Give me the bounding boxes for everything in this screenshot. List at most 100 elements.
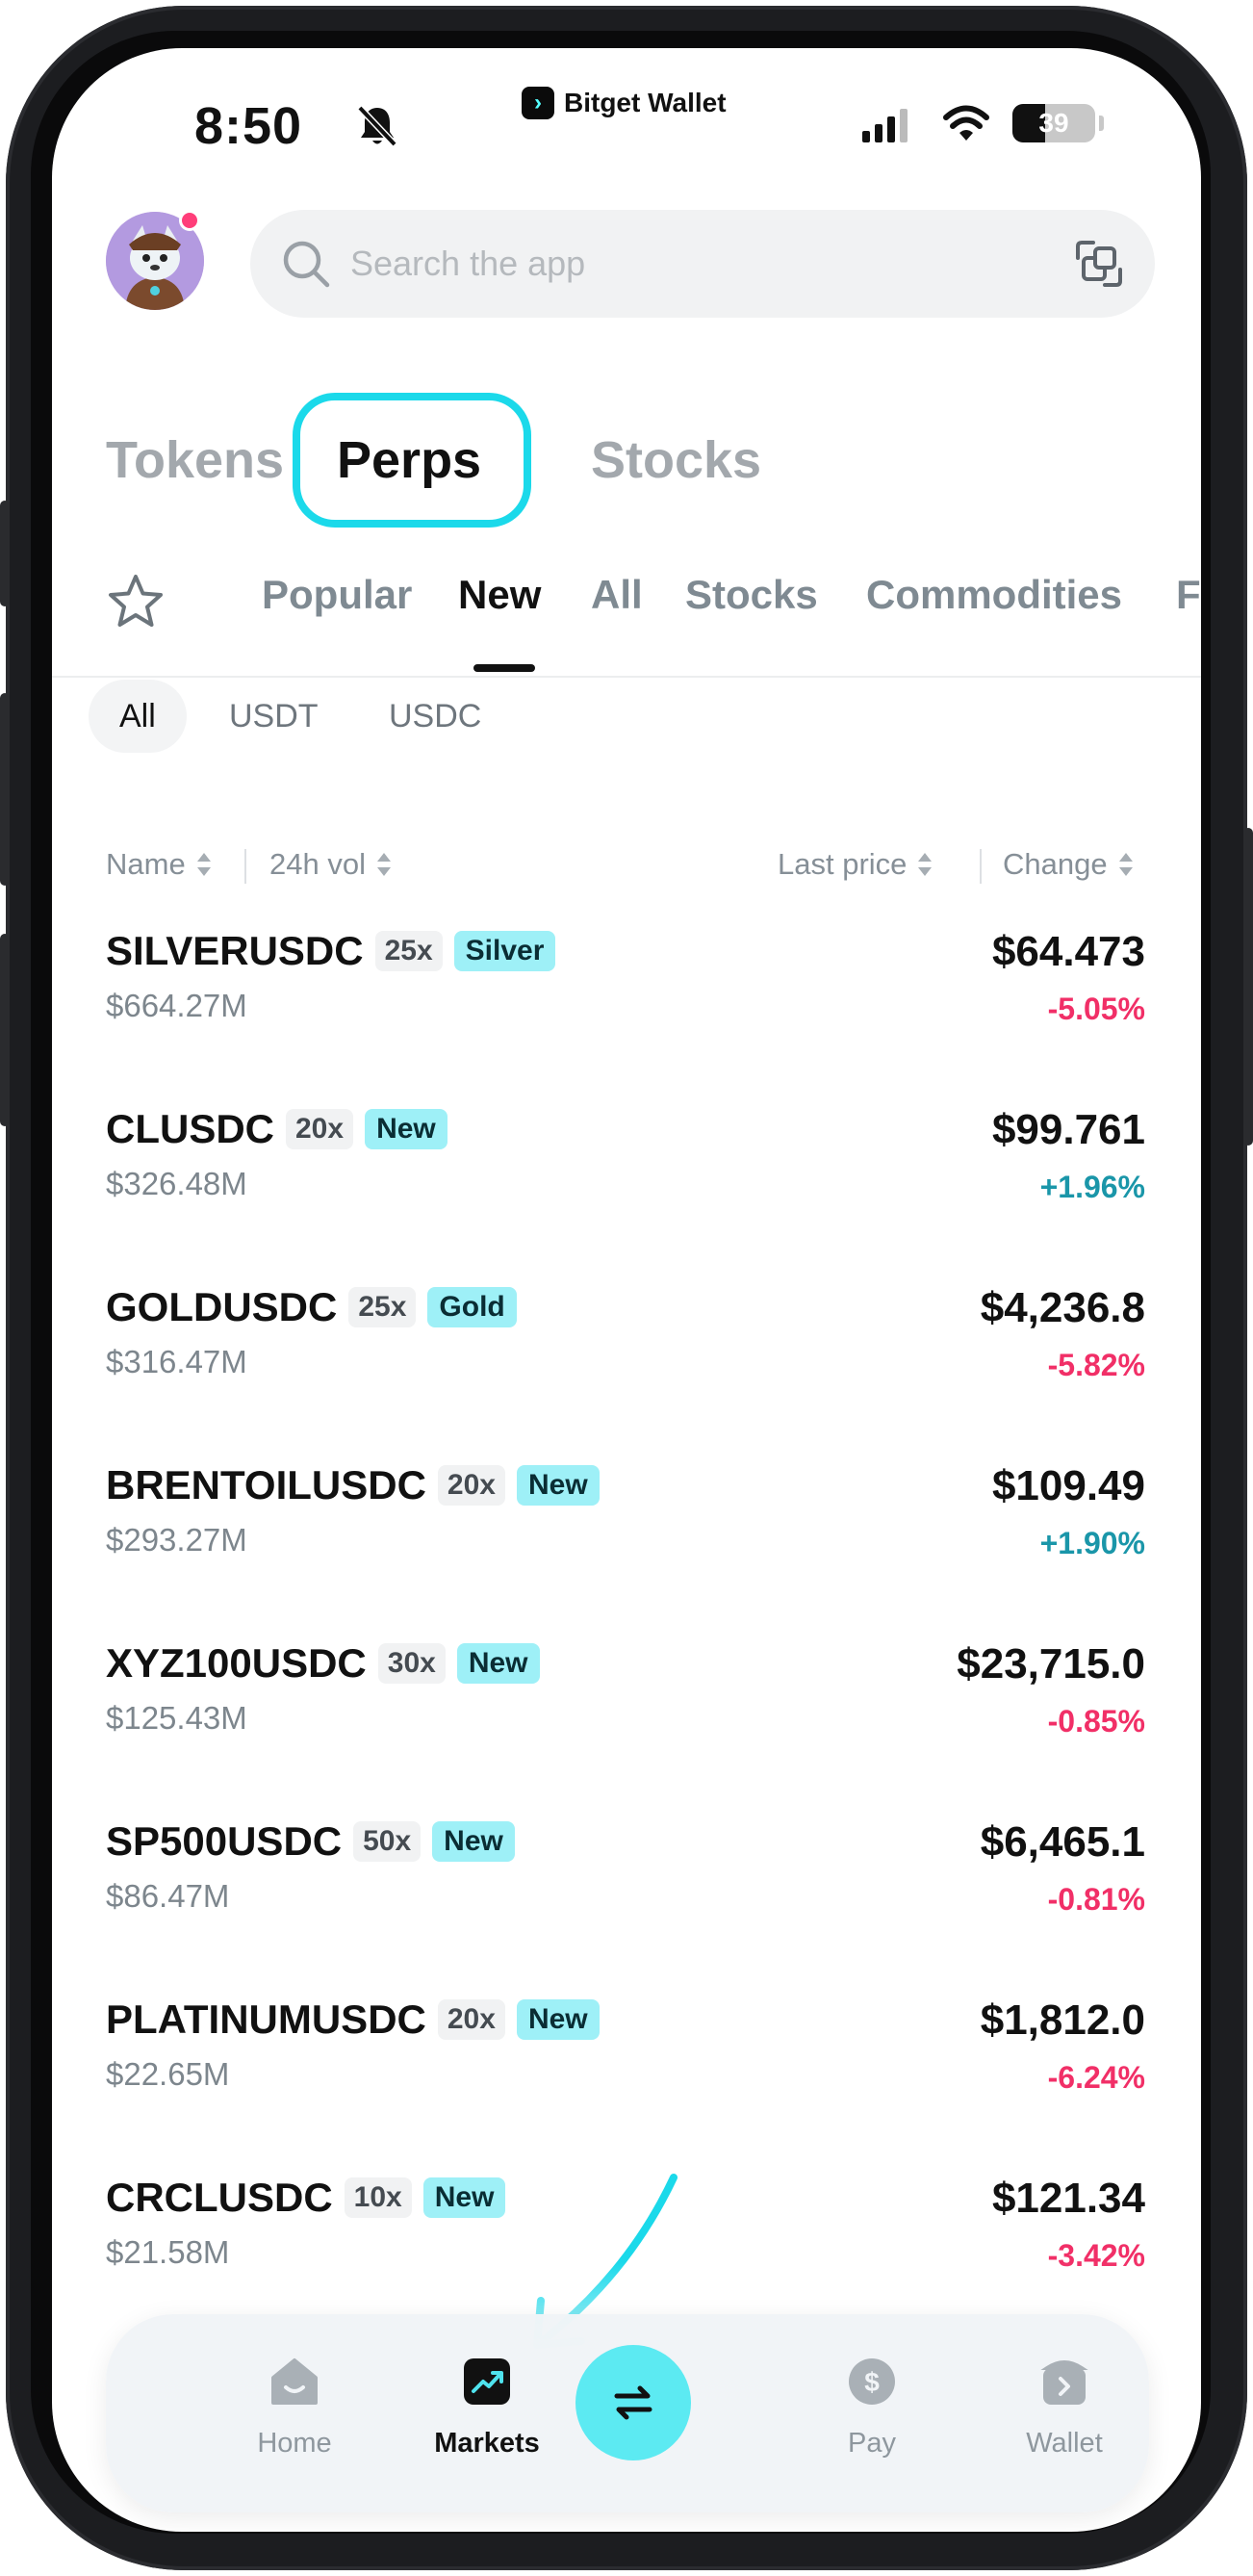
- header-separator: [244, 849, 246, 884]
- tag-badge: Gold: [427, 1287, 517, 1327]
- bottom-nav: Home Markets $ Pay Wallet: [106, 2314, 1149, 2512]
- header-name: Name: [106, 847, 186, 881]
- table-row[interactable]: XYZ100USDC 30x New $125.43M $23,715.0 -0…: [52, 1636, 1201, 1814]
- table-row[interactable]: BRENTOILUSDC 20x New $293.27M $109.49 +1…: [52, 1458, 1201, 1636]
- sort-by-volume[interactable]: 24h vol: [269, 847, 393, 882]
- table-row[interactable]: SP500USDC 50x New $86.47M $6,465.1 -0.81…: [52, 1815, 1201, 1992]
- sort-icon: [918, 853, 933, 876]
- leverage-badge: 25x: [374, 931, 443, 971]
- last-price: $4,236.8: [980, 1284, 1145, 1331]
- sort-icon: [196, 853, 211, 876]
- row-name-group: GOLDUSDC 25x Gold: [106, 1280, 517, 1334]
- filter-chip-all[interactable]: All: [89, 680, 187, 753]
- sort-by-name[interactable]: Name: [106, 847, 213, 882]
- leverage-badge: 20x: [286, 1109, 354, 1149]
- filter-chip-usdt[interactable]: USDT: [198, 680, 349, 753]
- active-tab-underline: [473, 664, 535, 672]
- volume: $664.27M: [106, 988, 247, 1023]
- volume: $293.27M: [106, 1522, 247, 1558]
- row-name-group: CRCLUSDC 10x New: [106, 2171, 506, 2225]
- tab-commodities[interactable]: Commodities: [866, 572, 1122, 618]
- battery-cap: [1099, 116, 1104, 131]
- tab-new[interactable]: New: [458, 572, 541, 618]
- price-change: -0.85%: [1047, 1704, 1145, 1739]
- highlight-ring: [293, 393, 531, 528]
- search-bar[interactable]: [250, 210, 1155, 318]
- last-price: $121.34: [991, 2175, 1145, 2222]
- tag-badge: New: [456, 1643, 540, 1684]
- volume-up-button: [0, 693, 10, 886]
- symbol: PLATINUMUSDC: [106, 1996, 426, 2042]
- symbol: SILVERUSDC: [106, 928, 364, 973]
- row-name-group: XYZ100USDC 30x New: [106, 1636, 540, 1690]
- price-change: -0.81%: [1047, 1882, 1145, 1917]
- header-vol: 24h vol: [269, 847, 366, 881]
- tab-forex[interactable]: Fo: [1176, 572, 1201, 618]
- price-change: -5.05%: [1047, 992, 1145, 1026]
- tab-stocks[interactable]: Stocks: [591, 393, 761, 528]
- row-name-group: CLUSDC 20x New: [106, 1102, 448, 1156]
- nav-markets[interactable]: Markets: [410, 2314, 564, 2512]
- tabs-divider: [52, 676, 1201, 678]
- symbol: XYZ100USDC: [106, 1640, 367, 1686]
- swap-icon: [614, 2385, 652, 2420]
- tag-badge: New: [432, 1821, 515, 1862]
- header-change: Change: [1003, 847, 1108, 881]
- filter-chip-usdc[interactable]: USDC: [358, 680, 512, 753]
- star-icon[interactable]: [106, 572, 166, 631]
- symbol: CLUSDC: [106, 1106, 274, 1151]
- symbol: CRCLUSDC: [106, 2175, 333, 2220]
- tab-all[interactable]: All: [591, 572, 643, 618]
- price-change: +1.96%: [1039, 1170, 1145, 1204]
- volume: $22.65M: [106, 2056, 230, 2092]
- volume: $316.47M: [106, 1344, 247, 1379]
- nav-label: Pay: [848, 2428, 896, 2459]
- nav-label: Home: [257, 2428, 332, 2459]
- bitget-logo-icon: ›: [522, 87, 554, 119]
- tag-badge: New: [365, 1109, 448, 1149]
- volume: $86.47M: [106, 1878, 230, 1914]
- table-row[interactable]: GOLDUSDC 25x Gold $316.47M $4,236.8 -5.8…: [52, 1280, 1201, 1457]
- tab-popular[interactable]: Popular: [262, 572, 412, 618]
- nav-home[interactable]: Home: [217, 2314, 371, 2512]
- last-price: $99.761: [991, 1106, 1145, 1153]
- leverage-badge: 25x: [348, 1287, 417, 1327]
- leverage-badge: 20x: [437, 1999, 505, 2040]
- last-price: $6,465.1: [980, 1818, 1145, 1866]
- tag-badge: Silver: [453, 931, 556, 971]
- nav-label: Wallet: [1026, 2428, 1103, 2459]
- sort-icon: [376, 853, 391, 876]
- last-price: $64.473: [991, 928, 1145, 975]
- row-name-group: SILVERUSDC 25x Silver: [106, 924, 556, 978]
- leverage-badge: 30x: [377, 1643, 446, 1684]
- category-tabs: Popular New All Stocks Commodities Fo: [106, 562, 1201, 672]
- svg-text:$: $: [864, 2367, 880, 2397]
- nav-wallet[interactable]: Wallet: [987, 2314, 1141, 2512]
- volume-down-button: [0, 934, 10, 1126]
- table-row[interactable]: PLATINUMUSDC 20x New $22.65M $1,812.0 -6…: [52, 1993, 1201, 2170]
- nav-label: Markets: [434, 2428, 540, 2459]
- volume: $326.48M: [106, 1166, 247, 1201]
- bell-muted-icon: [357, 105, 397, 147]
- status-time: 8:50: [194, 97, 303, 155]
- scan-icon[interactable]: [1072, 237, 1126, 291]
- brand: › Bitget Wallet: [522, 87, 727, 119]
- swap-button[interactable]: [575, 2345, 691, 2460]
- tab-tokens[interactable]: Tokens: [106, 393, 284, 528]
- sort-by-change[interactable]: Change: [1003, 847, 1135, 882]
- last-price: $23,715.0: [957, 1640, 1145, 1687]
- wifi-icon: [943, 105, 989, 141]
- last-price: $1,812.0: [980, 1996, 1145, 2044]
- power-button: [1243, 828, 1253, 1146]
- table-row[interactable]: SILVERUSDC 25x Silver $664.27M $64.473 -…: [52, 924, 1201, 1101]
- table-row[interactable]: CLUSDC 20x New $326.48M $99.761 +1.96%: [52, 1102, 1201, 1279]
- brand-name: Bitget Wallet: [564, 88, 727, 117]
- sort-by-price[interactable]: Last price: [778, 847, 933, 882]
- search-input[interactable]: [350, 244, 1072, 284]
- battery-level: 39: [1038, 108, 1069, 138]
- price-change: -5.82%: [1047, 1348, 1145, 1382]
- tag-badge: New: [516, 1999, 600, 2040]
- volume: $125.43M: [106, 1700, 247, 1736]
- tab-stocks-category[interactable]: Stocks: [685, 572, 818, 618]
- nav-pay[interactable]: $ Pay: [795, 2314, 949, 2512]
